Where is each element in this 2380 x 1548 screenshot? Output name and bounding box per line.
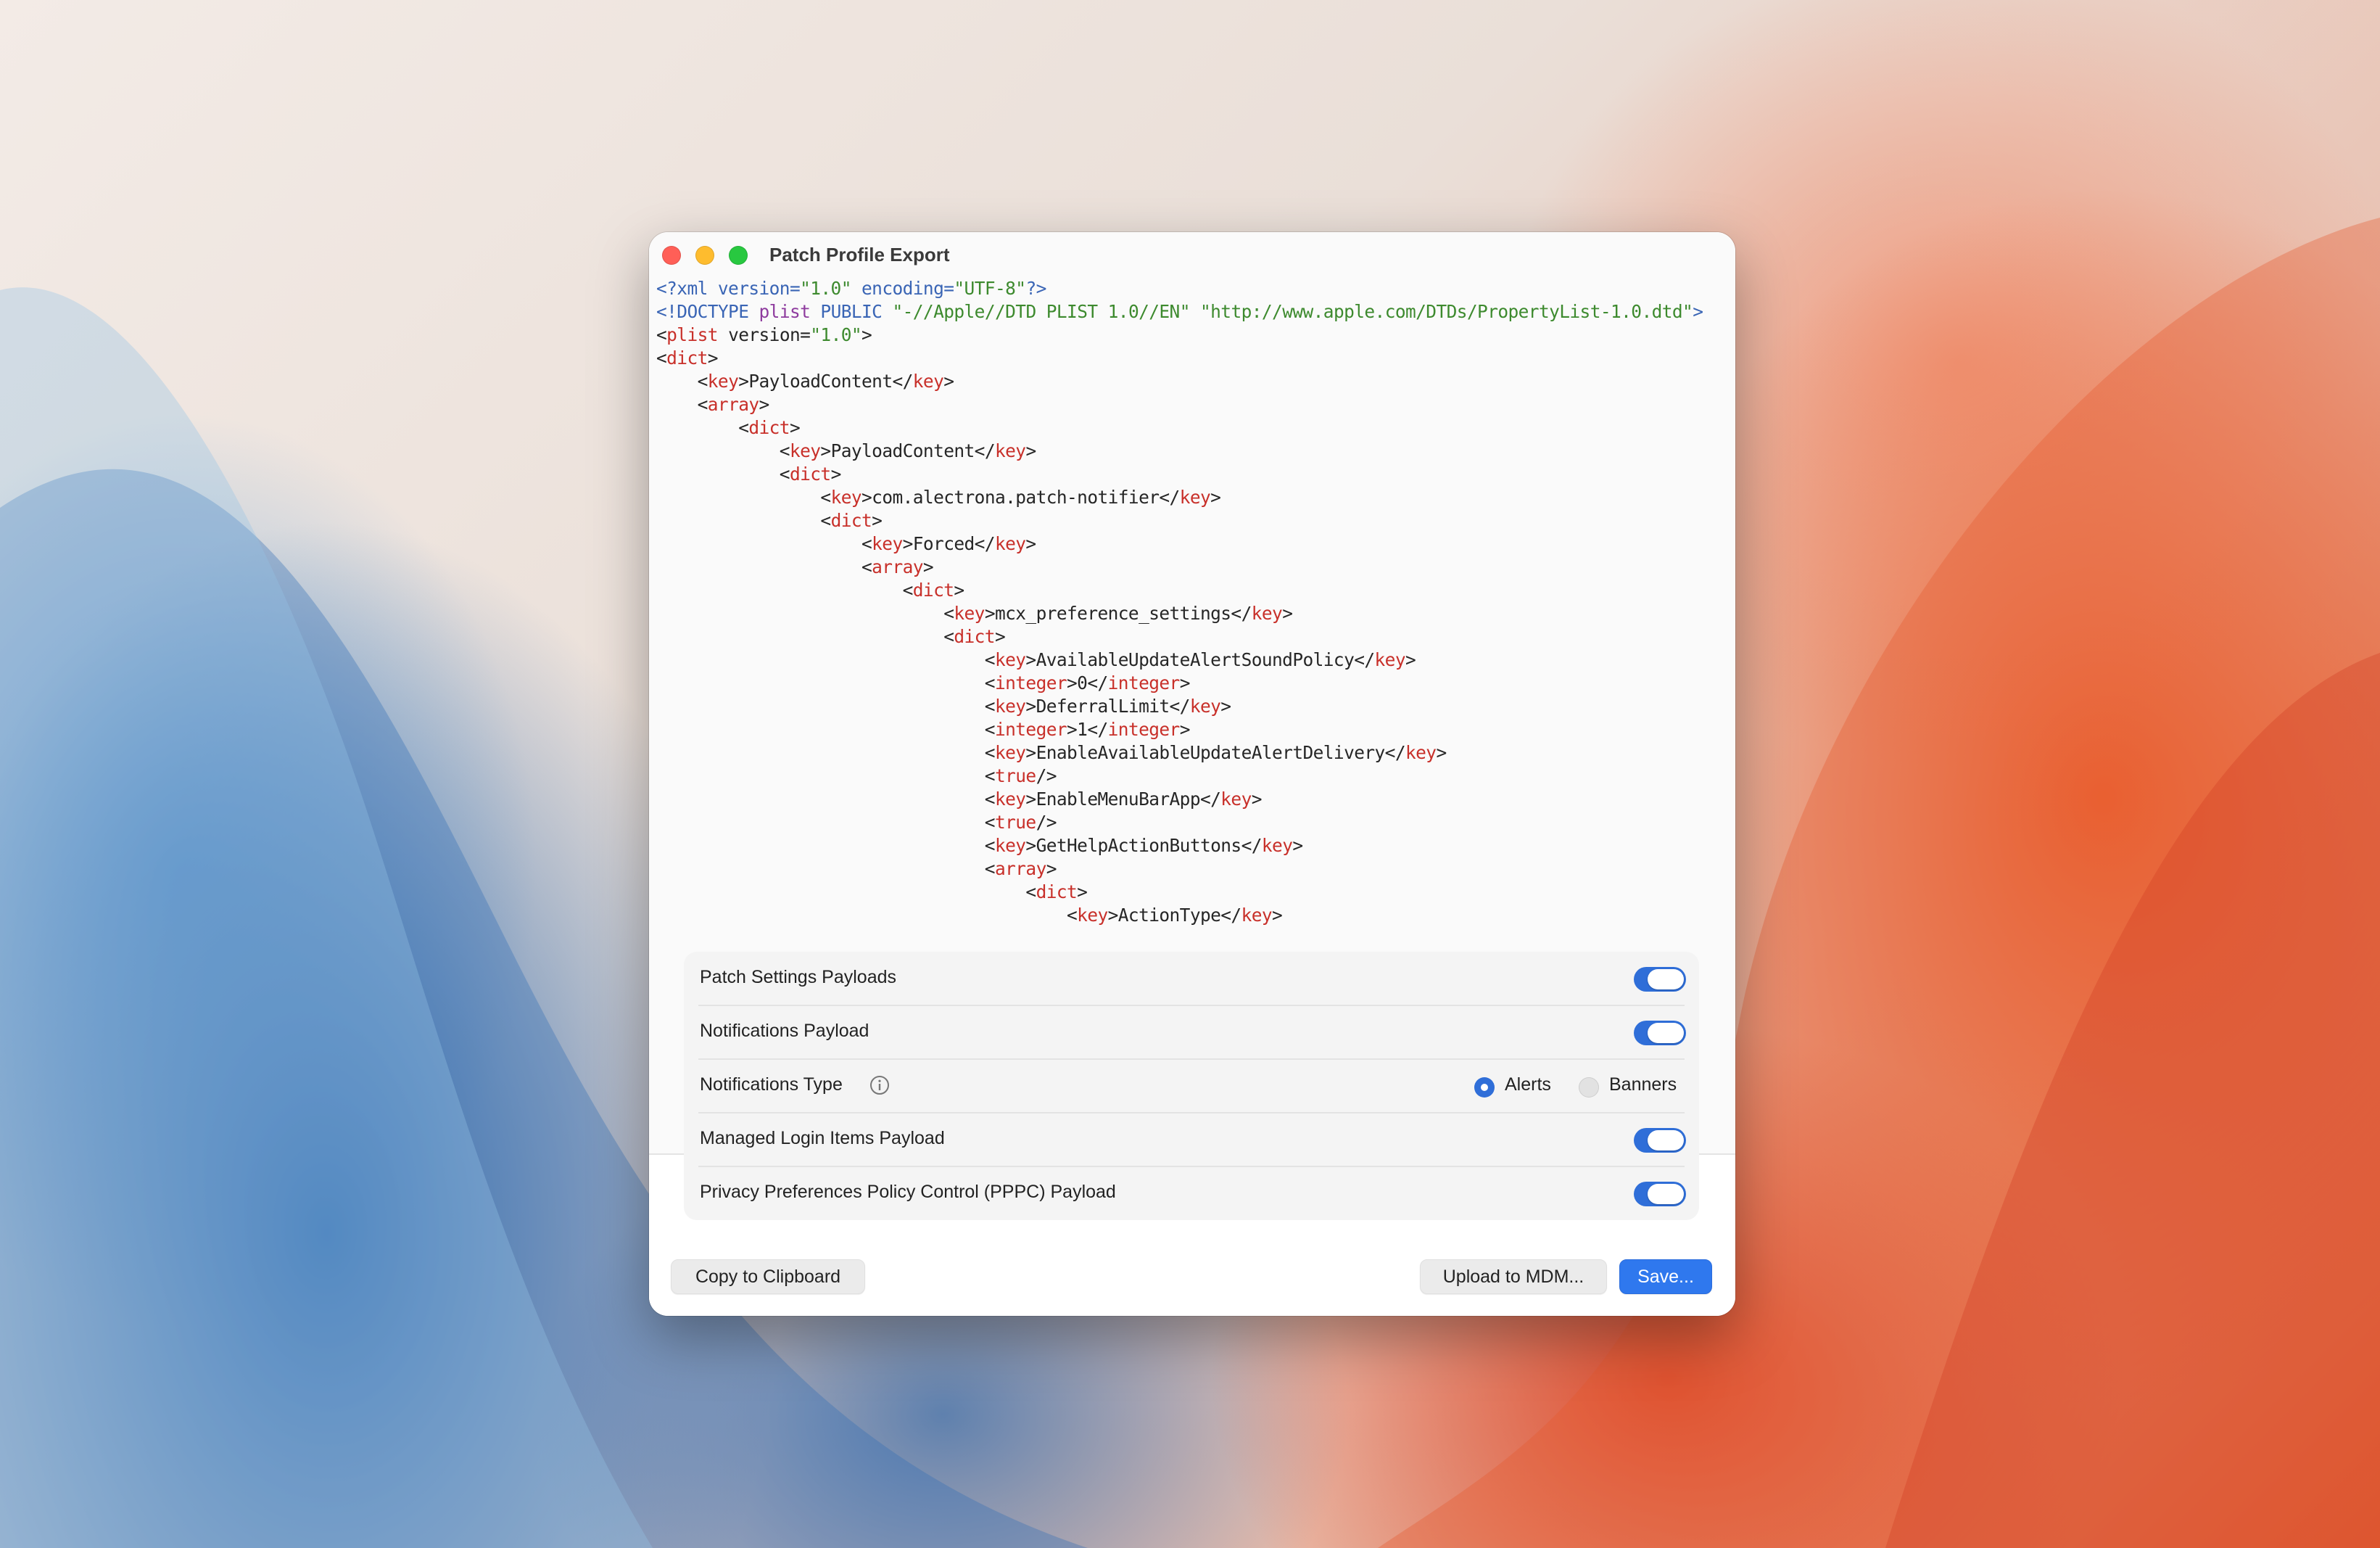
notifications-type-radio-group: Alerts Banners [1474, 1072, 1685, 1101]
code-line: <key>PayloadContent</key> [656, 371, 954, 392]
code-line: <integer>1</integer> [656, 719, 1191, 740]
code-line: <integer>0</integer> [656, 672, 1191, 693]
code-line: <dict> [656, 881, 1088, 902]
notifications-type-row: Notifications Type Alerts Banners [684, 1059, 1699, 1113]
code-line: <key>Forced</key> [656, 533, 1036, 554]
code-line: <true/> [656, 812, 1057, 833]
payload-settings-group: Patch Settings Payloads Notifications Pa… [684, 952, 1699, 1220]
minimize-window-button[interactable] [695, 246, 714, 265]
code-line: <plist version="1.0"> [656, 324, 872, 345]
code-line: <key>PayloadContent</key> [656, 440, 1036, 461]
code-line: <array> [656, 394, 770, 415]
banners-radio[interactable] [1579, 1077, 1599, 1098]
info-icon[interactable] [869, 1075, 890, 1095]
toggle-knob [1648, 969, 1684, 989]
window-title: Patch Profile Export [769, 244, 950, 265]
pppc-toggle[interactable] [1634, 1182, 1686, 1206]
code-line: <key>mcx_preference_settings</key> [656, 603, 1293, 624]
code-line: <?xml version="1.0" encoding="UTF-8"?> [656, 278, 1046, 299]
code-line: <key>EnableAvailableUpdateAlertDelivery<… [656, 742, 1447, 763]
notifications-payload-row: Notifications Payload [684, 1005, 1699, 1059]
managed-login-toggle[interactable] [1634, 1128, 1686, 1153]
code-line: <key>ActionType</key> [656, 905, 1283, 926]
pppc-label: Privacy Preferences Policy Control (PPPC… [700, 1182, 1116, 1202]
close-window-button[interactable] [662, 246, 681, 265]
title-bar: Patch Profile Export [649, 232, 1735, 277]
managed-login-row: Managed Login Items Payload [684, 1113, 1699, 1166]
upload-to-mdm-button[interactable]: Upload to MDM... [1420, 1259, 1607, 1294]
alerts-radio[interactable] [1474, 1077, 1495, 1098]
code-line: <!DOCTYPE plist PUBLIC "-//Apple//DTD PL… [656, 301, 1703, 322]
managed-login-label: Managed Login Items Payload [700, 1128, 945, 1148]
toggle-knob [1648, 1184, 1684, 1204]
code-line: <key>com.alectrona.patch-notifier</key> [656, 487, 1221, 508]
code-line: <key>GetHelpActionButtons</key> [656, 835, 1303, 856]
code-line: <dict> [656, 580, 965, 601]
alerts-radio-label[interactable]: Alerts [1505, 1074, 1551, 1095]
notifications-type-label: Notifications Type [700, 1074, 843, 1095]
code-line: <dict> [656, 417, 801, 438]
patch-settings-toggle[interactable] [1634, 967, 1686, 992]
code-line: <key>AvailableUpdateAlertSoundPolicy</ke… [656, 649, 1416, 670]
code-line: <key>DeferralLimit</key> [656, 696, 1231, 717]
code-line: <array> [656, 556, 934, 577]
code-line: <dict> [656, 464, 842, 485]
notifications-payload-label: Notifications Payload [700, 1021, 869, 1041]
code-line: <array> [656, 858, 1057, 879]
code-line: <dict> [656, 510, 883, 531]
notifications-payload-toggle[interactable] [1634, 1021, 1686, 1045]
banners-radio-label[interactable]: Banners [1609, 1074, 1677, 1095]
toggle-knob [1648, 1130, 1684, 1150]
save-button[interactable]: Save... [1619, 1259, 1712, 1294]
patch-settings-label: Patch Settings Payloads [700, 967, 896, 987]
copy-to-clipboard-button[interactable]: Copy to Clipboard [671, 1259, 865, 1294]
code-line: <key>EnableMenuBarApp</key> [656, 789, 1263, 810]
code-line: <true/> [656, 765, 1057, 786]
pppc-row: Privacy Preferences Policy Control (PPPC… [684, 1166, 1699, 1220]
code-line: <dict> [656, 626, 1006, 647]
zoom-window-button[interactable] [729, 246, 748, 265]
patch-settings-row: Patch Settings Payloads [684, 952, 1699, 1005]
code-line: <dict> [656, 347, 719, 369]
toggle-knob [1648, 1023, 1684, 1043]
